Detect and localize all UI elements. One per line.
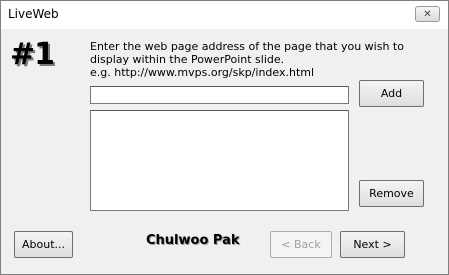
- liveweb-dialog: LiveWeb ✕ #1 Enter the web page address …: [0, 0, 449, 275]
- instructions-line-2: display within the PowerPoint slide.: [90, 53, 285, 66]
- add-button[interactable]: Add: [359, 80, 424, 107]
- close-button[interactable]: ✕: [415, 6, 440, 22]
- window-title: LiveWeb: [8, 7, 59, 21]
- next-button[interactable]: Next >: [340, 231, 405, 258]
- title-bar: LiveWeb ✕: [1, 1, 448, 29]
- instructions: Enter the web page address of the page t…: [90, 40, 404, 79]
- about-button[interactable]: About...: [14, 231, 73, 258]
- step-number: #1: [10, 37, 55, 72]
- instructions-line-1: Enter the web page address of the page t…: [90, 40, 404, 53]
- back-button[interactable]: < Back: [270, 231, 332, 258]
- close-icon: ✕: [423, 8, 432, 20]
- url-list[interactable]: [90, 110, 349, 211]
- author-name: Chulwoo Pak: [146, 233, 240, 248]
- remove-button[interactable]: Remove: [359, 180, 424, 207]
- url-input[interactable]: [90, 86, 349, 104]
- instructions-example: e.g. http://www.mvps.org/skp/index.html: [90, 66, 315, 79]
